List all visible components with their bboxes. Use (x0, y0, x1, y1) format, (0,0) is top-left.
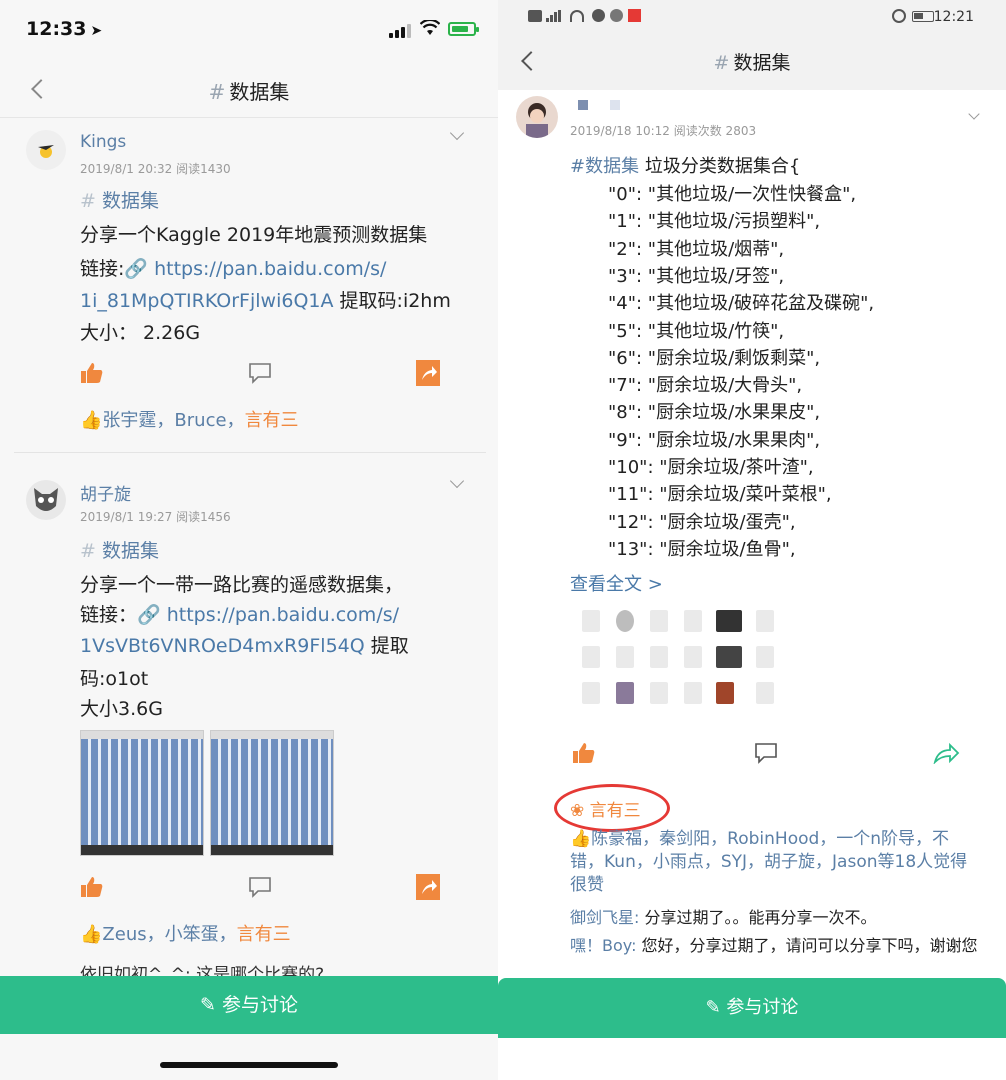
post-meta: 2019/8/1 20:32 阅读1430 (80, 162, 231, 176)
share-icon[interactable] (416, 874, 440, 900)
chevron-down-icon[interactable] (968, 108, 980, 120)
nav-bar: # 数据集 (498, 34, 1006, 90)
category-item: "8": "厨余垃圾/水果果皮", (608, 402, 821, 424)
alarm-icon (892, 9, 906, 23)
category-item: "2": "其他垃圾/烟蒂", (608, 238, 785, 260)
share-link-cont[interactable]: 1VsVBt6VNROeD4mxR9Fl54Q (80, 635, 365, 657)
category-item: "9": "厨余垃圾/水果果肉", (608, 429, 821, 451)
category-item: "7": "厨余垃圾/大骨头", (608, 375, 803, 397)
comment-icon[interactable] (754, 742, 778, 764)
post: 胡子旋 2019/8/1 19:27 阅读1456 # 数据集 分享一个一带一路… (0, 466, 498, 985)
comment-icon[interactable] (248, 362, 272, 384)
category-item: "1": "其他垃圾/污损塑料", (608, 211, 821, 233)
redacted-name (610, 100, 620, 110)
hd-icon (528, 10, 542, 22)
share-link[interactable]: https://pan.baidu.com/s/ (154, 258, 386, 280)
post-link-line: 1i_81MpQTIRKOrFjlwi6Q1A 提取码:i2hm (80, 290, 451, 312)
right-screenshot: 12:21 # 数据集 2019/8/18 10:12 阅读次数 2803 #数据… (498, 0, 1006, 1080)
post-heading: #数据集 垃圾分类数据集合{ (570, 156, 801, 177)
flower-icon: ❀ (570, 801, 590, 821)
post-size: 大小： 2.26G (80, 322, 201, 344)
highlighted-user[interactable]: ❀ 言有三 (570, 796, 641, 821)
comment: 御剑飞星: 分享过期了。。能再分享一次不。 (570, 908, 877, 927)
share-icon[interactable] (932, 742, 960, 764)
divider (14, 452, 486, 453)
category-item: "0": "其他垃圾/一次性快餐盒", (608, 184, 857, 205)
post-text: 分享一个Kaggle 2019年地震预测数据集 (80, 224, 428, 246)
category-item: "11": "厨余垃圾/菜叶菜根", (608, 484, 832, 506)
read-more-link[interactable]: 查看全文 > (570, 570, 663, 596)
share-link[interactable]: https://pan.baidu.com/s/ (167, 604, 399, 626)
topic-tag[interactable]: # 数据集 (80, 536, 159, 563)
post-meta: 2019/8/18 10:12 阅读次数 2803 (570, 124, 757, 138)
app-notification-icon (610, 9, 623, 22)
likes-list: 👍Zeus，小笨蛋，言有三 (80, 924, 291, 945)
post-link-line: 链接：🔗 https://pan.baidu.com/s/ (80, 604, 400, 626)
battery-icon (912, 11, 934, 22)
category-item: "10": "厨余垃圾/茶叶渣", (608, 457, 814, 478)
status-time: 12:21 (933, 9, 974, 25)
cellular-signal-icon (389, 24, 411, 38)
avatar[interactable] (26, 480, 66, 520)
likes-list: 👍陈豪福，秦剑阳，RobinHood，一个n阶导，不错，Kun，小雨点，SYJ，… (570, 829, 968, 895)
nav-bar: # 数据集 (0, 62, 498, 118)
share-icon[interactable] (416, 360, 440, 386)
battery-icon (448, 22, 479, 36)
category-item: "4": "其他垃圾/破碎花盆及碟碗", (608, 293, 875, 315)
author-name[interactable]: Kings (80, 132, 126, 152)
app-notification-icon (592, 9, 605, 22)
post-text: 分享一个一带一路比赛的遥感数据集， (80, 574, 404, 596)
avatar[interactable] (26, 130, 66, 170)
thumbs-up-icon: 👍 (80, 924, 103, 945)
post-size: 大小3.6G (80, 698, 163, 720)
redacted-name (578, 100, 588, 110)
chevron-down-icon[interactable] (449, 473, 465, 489)
post-image[interactable] (210, 730, 334, 856)
post-link-line: 链接:🔗 https://pan.baidu.com/s/ (80, 258, 387, 280)
post-code: 码:o1ot (80, 668, 149, 690)
post-image[interactable] (80, 730, 204, 856)
comment-icon[interactable] (248, 876, 272, 898)
thumbs-up-icon[interactable] (572, 742, 596, 764)
thumbs-up-icon[interactable] (80, 876, 104, 898)
chevron-down-icon[interactable] (449, 125, 465, 141)
image-grid[interactable] (574, 606, 774, 710)
status-bar: 12:33 ➤ (0, 0, 498, 62)
share-link-cont[interactable]: 1i_81MpQTIRKOrFjlwi6Q1A (80, 290, 334, 312)
location-arrow-icon: ➤ (90, 23, 103, 39)
post-link-line: 1VsVBt6VNROeD4mxR9Fl54Q 提取 (80, 635, 409, 657)
edit-icon: ✎ (705, 997, 727, 1018)
wifi-icon (420, 20, 440, 35)
edit-icon: ✎ (200, 994, 222, 1016)
category-item: "13": "厨余垃圾/鱼骨", (608, 538, 796, 560)
category-item: "5": "其他垃圾/竹筷", (608, 320, 785, 342)
thumbs-up-icon: 👍 (80, 410, 103, 431)
status-time: 12:33 ➤ (26, 18, 103, 40)
left-screenshot: 12:33 ➤ # 数据集 Kings 2019/8/1 20:32 阅读1430 … (0, 0, 498, 1080)
likes-list: 👍张宇霆，Bruce，言有三 (80, 410, 299, 431)
category-item: "3": "其他垃圾/牙签", (608, 265, 785, 287)
topic-tag[interactable]: # 数据集 (80, 186, 159, 213)
status-bar: 12:21 (498, 0, 1006, 34)
category-item: "6": "厨余垃圾/剩饭剩菜", (608, 347, 821, 369)
wifi-icon (570, 10, 584, 22)
post-meta: 2019/8/1 19:27 阅读1456 (80, 510, 231, 524)
page-title: # 数据集 (208, 80, 290, 104)
app-notification-icon (628, 9, 641, 22)
home-indicator[interactable] (160, 1062, 338, 1068)
category-item: "12": "厨余垃圾/蛋壳", (608, 511, 796, 533)
link-icon: 🔗 (137, 604, 167, 626)
join-discussion-button[interactable]: ✎ 参与讨论 (0, 976, 498, 1034)
topic-tag[interactable]: #数据集 (570, 156, 639, 177)
page-title: # 数据集 (713, 52, 791, 74)
avatar[interactable] (516, 96, 558, 138)
join-discussion-button[interactable]: ✎ 参与讨论 (498, 978, 1006, 1038)
author-name[interactable]: 胡子旋 (80, 480, 131, 505)
thumbs-up-icon[interactable] (80, 362, 104, 384)
comment: 嘿！Boy: 您好，分享过期了，请问可以分享下吗，谢谢您 (570, 936, 978, 955)
post: Kings 2019/8/1 20:32 阅读1430 # 数据集 分享一个Ka… (0, 118, 498, 453)
thumbs-up-icon: 👍 (570, 829, 592, 849)
link-icon: 🔗 (124, 258, 155, 280)
cellular-signal-icon (546, 10, 564, 22)
